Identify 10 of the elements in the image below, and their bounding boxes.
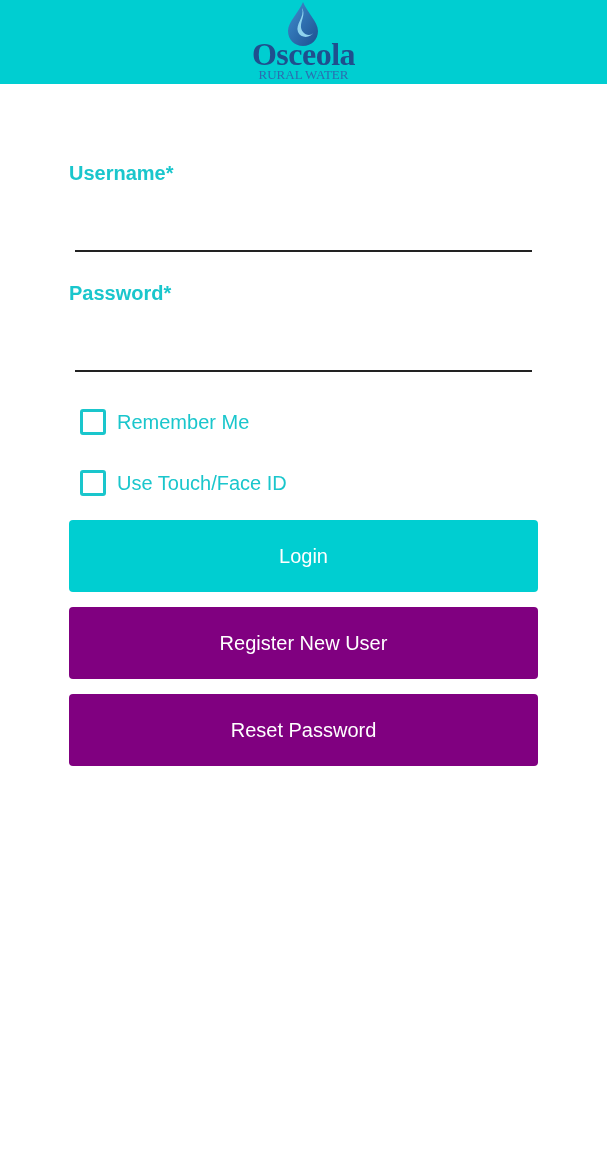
action-button[interactable]: Reset Password bbox=[69, 694, 538, 766]
logo-name: Osceola bbox=[251, 42, 356, 66]
action-button[interactable]: Register New User bbox=[69, 607, 538, 679]
field-label: Password* bbox=[69, 281, 173, 305]
checkbox-label: Use Touch/Face ID bbox=[117, 471, 287, 495]
checkbox[interactable] bbox=[80, 470, 106, 496]
logo-subtitle: RURAL WATER bbox=[258, 68, 349, 81]
field-label: Username* bbox=[69, 161, 175, 185]
checkbox[interactable] bbox=[80, 409, 106, 435]
checkbox-label: Remember Me bbox=[117, 410, 250, 434]
